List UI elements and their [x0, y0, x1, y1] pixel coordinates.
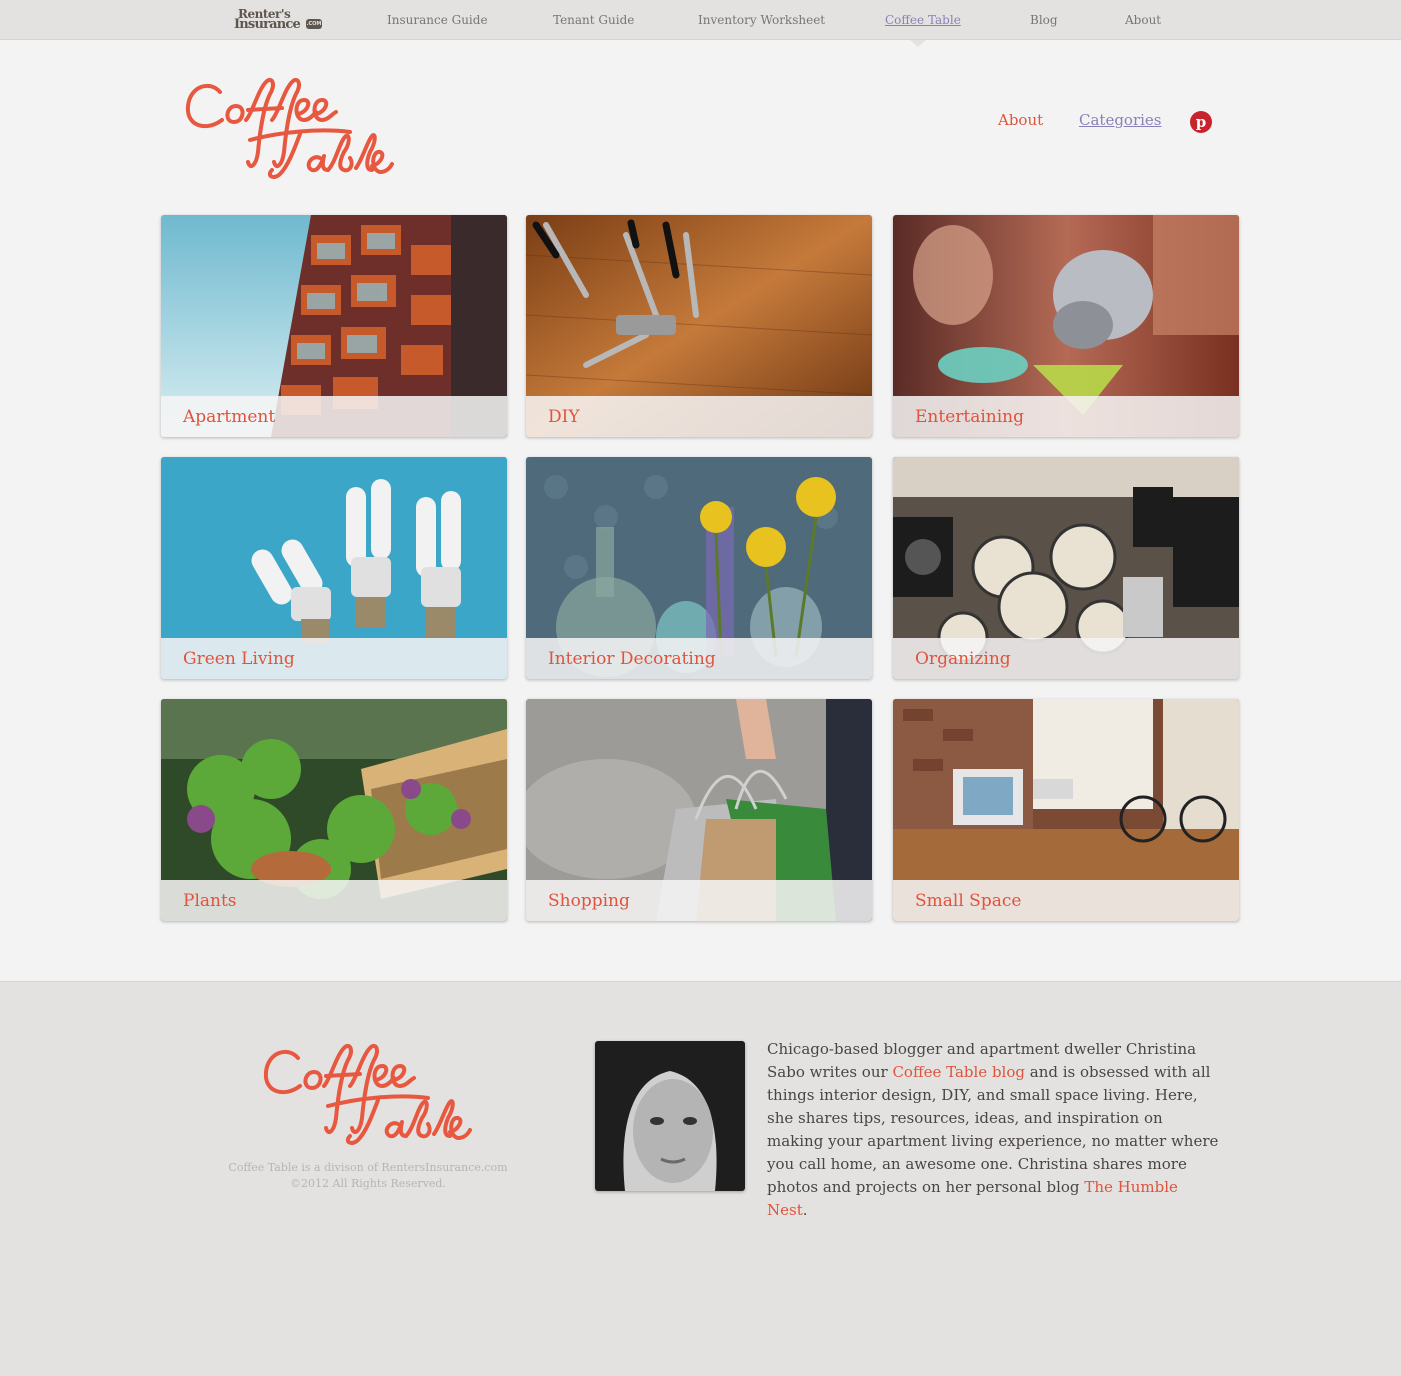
author-portrait-image [595, 1041, 745, 1191]
category-label: Green Living [183, 649, 295, 669]
category-card-small-space[interactable]: Small Space [893, 699, 1239, 921]
site-topbar: Renter's Insurance .COM Insurance Guide … [0, 0, 1401, 40]
category-label: Small Space [915, 891, 1022, 911]
pinterest-icon[interactable]: p [1190, 111, 1212, 133]
topnav-inventory-worksheet[interactable]: Inventory Worksheet [698, 13, 825, 27]
bio-text-3: . [802, 1201, 808, 1219]
topnav-blog[interactable]: Blog [1030, 13, 1058, 27]
topnav-insurance-guide[interactable]: Insurance Guide [387, 13, 488, 27]
footer-copyright: ©2012 All Rights Reserved. [290, 1177, 446, 1190]
category-card-entertaining[interactable]: Entertaining [893, 215, 1239, 437]
category-label: DIY [548, 407, 580, 427]
category-label: Interior Decorating [548, 649, 716, 669]
active-tab-caret [910, 40, 926, 47]
author-bio: Chicago-based blogger and apartment dwel… [767, 1038, 1219, 1222]
coffee-table-wordmark [263, 1043, 472, 1145]
coffee-table-logo[interactable] [180, 70, 400, 186]
header-categories-link[interactable]: Categories [1079, 111, 1162, 129]
coffee-table-blog-link[interactable]: Coffee Table blog [892, 1063, 1025, 1081]
footer-division-note: Coffee Table is a divison of RentersInsu… [228, 1161, 508, 1174]
category-label: Plants [183, 891, 237, 911]
coffee-table-wordmark [185, 77, 394, 179]
category-card-interior-decorating[interactable]: Interior Decorating [526, 457, 872, 679]
topnav-coffee-table[interactable]: Coffee Table [885, 13, 961, 27]
logo-com-badge: .COM [306, 19, 322, 29]
coffee-table-footer-logo[interactable] [258, 1036, 478, 1152]
category-card-green-living[interactable]: Green Living [161, 457, 507, 679]
logo-line-2: Insurance [234, 17, 301, 32]
header-about-link[interactable]: About [998, 111, 1043, 129]
category-label: Entertaining [915, 407, 1024, 427]
bio-text-2: and is obsessed with all things interior… [767, 1063, 1219, 1196]
category-card-plants[interactable]: Plants [161, 699, 507, 921]
category-label: Apartment [183, 407, 276, 427]
category-card-apartment[interactable]: Apartment [161, 215, 507, 437]
category-card-shopping[interactable]: Shopping [526, 699, 872, 921]
topnav-tenant-guide[interactable]: Tenant Guide [553, 13, 634, 27]
renters-insurance-logo[interactable]: Renter's Insurance .COM [234, 7, 324, 33]
category-card-organizing[interactable]: Organizing [893, 457, 1239, 679]
category-label: Shopping [548, 891, 630, 911]
topnav-about[interactable]: About [1125, 13, 1161, 27]
author-avatar [595, 1041, 745, 1191]
category-label: Organizing [915, 649, 1011, 669]
category-card-diy[interactable]: DIY [526, 215, 872, 437]
